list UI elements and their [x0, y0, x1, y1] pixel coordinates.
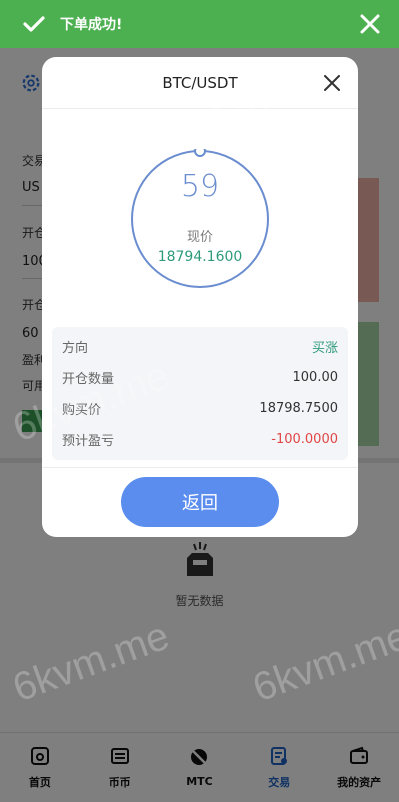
- success-toast: 下单成功!: [0, 0, 399, 48]
- detail-key: 购买价: [62, 403, 102, 418]
- detail-value: -100.0000: [271, 432, 338, 447]
- divider: [42, 467, 358, 468]
- price-label: 现价: [186, 230, 213, 245]
- countdown-seconds: 59: [180, 169, 220, 204]
- detail-value: 18798.7500: [259, 401, 338, 416]
- detail-value: 100.00: [292, 370, 339, 385]
- toast-message: 下单成功!: [60, 17, 123, 33]
- modal-title: BTC/USDT: [162, 74, 238, 92]
- check-icon: [23, 16, 45, 32]
- detail-row-estimated-pnl: 预计盈亏 -100.0000: [62, 424, 338, 455]
- order-details: 方向 买涨 开仓数量 100.00 购买价 18798.7500 预计盈亏 -1…: [52, 327, 348, 460]
- modal-header: BTC/USDT: [42, 57, 358, 109]
- detail-row-direction: 方向 买涨: [62, 331, 338, 362]
- detail-value: 买涨: [311, 341, 338, 356]
- close-icon[interactable]: [359, 13, 381, 35]
- detail-key: 方向: [62, 341, 89, 356]
- detail-row-quantity: 开仓数量 100.00: [62, 362, 338, 393]
- detail-key: 预计盈亏: [62, 434, 115, 449]
- detail-row-buy-price: 购买价 18798.7500: [62, 393, 338, 424]
- countdown-timer: 59 现价 18794.1600: [130, 149, 270, 289]
- close-icon[interactable]: [324, 75, 340, 91]
- detail-key: 开仓数量: [62, 372, 115, 387]
- back-button[interactable]: 返回: [121, 477, 279, 527]
- current-price: 18794.1600: [157, 249, 243, 265]
- order-modal: BTC/USDT 59 现价 18794.1600 方向 买涨 开仓数量 100…: [42, 57, 358, 537]
